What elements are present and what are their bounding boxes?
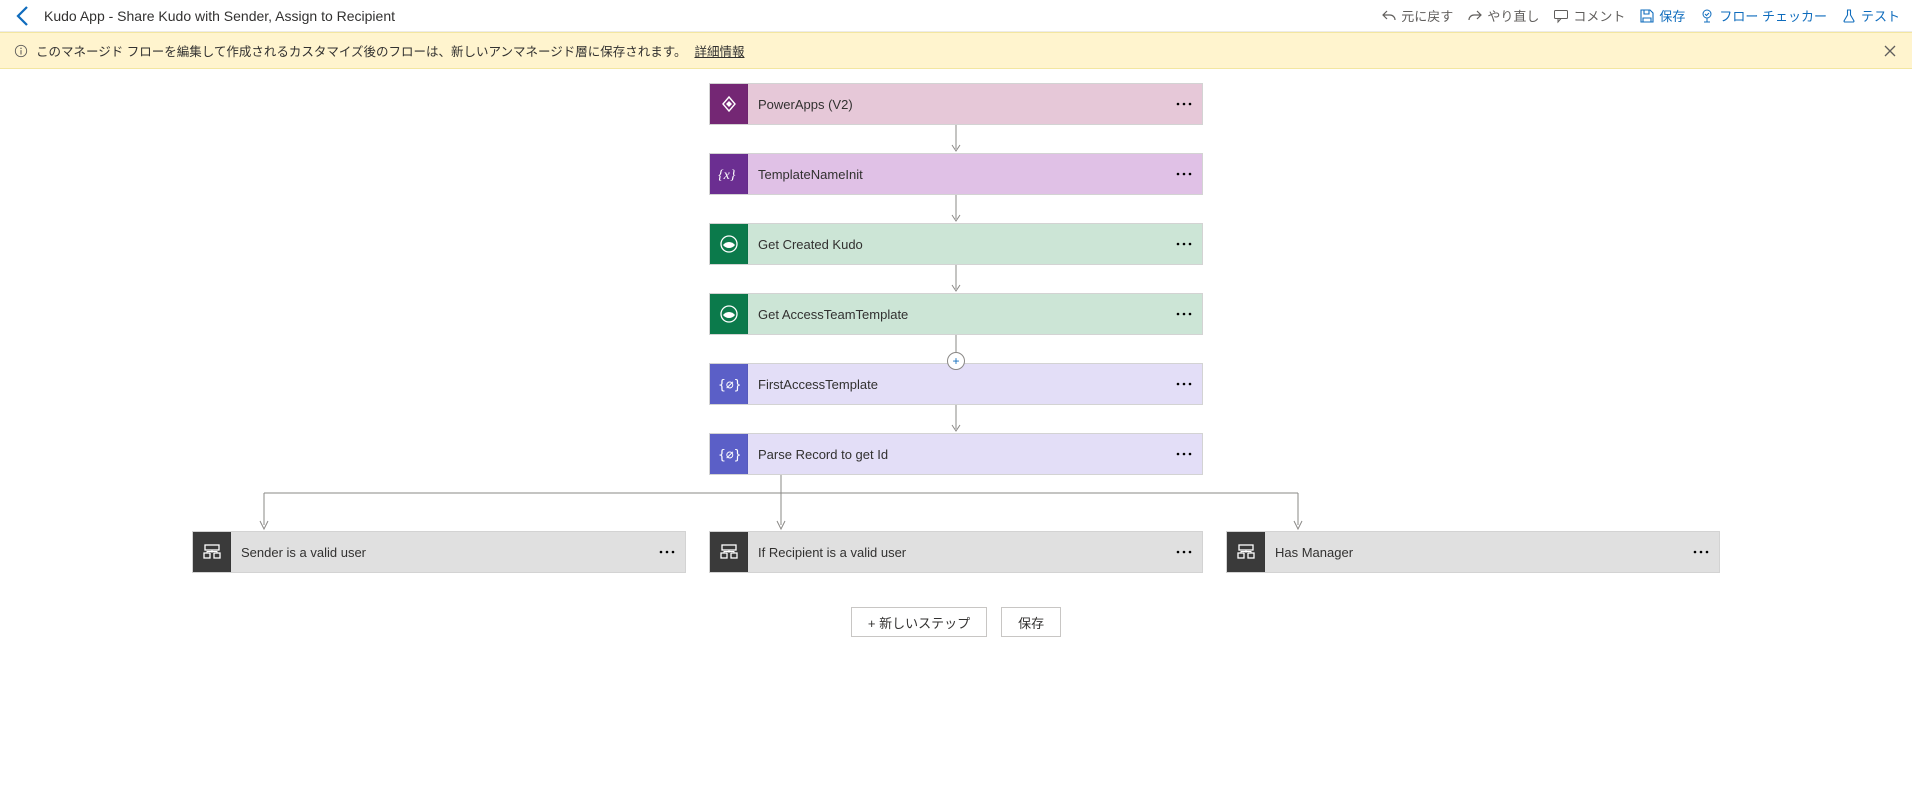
test-button[interactable]: テスト [1841, 6, 1900, 25]
step-label: PowerApps (V2) [748, 97, 1166, 112]
more-icon [1176, 550, 1192, 554]
step-menu-button[interactable] [1166, 84, 1202, 124]
flow-checker-icon [1699, 8, 1715, 24]
dataverse-icon [710, 224, 748, 264]
step-label: Parse Record to get Id [748, 447, 1166, 462]
undo-label: 元に戻す [1401, 6, 1453, 25]
redo-icon [1467, 8, 1483, 24]
scope-icon [710, 532, 748, 572]
branch-lines [0, 475, 1912, 531]
flow-step[interactable]: {x} TemplateNameInit [709, 153, 1203, 195]
more-icon [1176, 172, 1192, 176]
step-column: PowerApps (V2) {x} TemplateNameInit Get Cre… [0, 83, 1912, 475]
step-label: If Recipient is a valid user [748, 545, 1166, 560]
compose-icon: {∅} [710, 364, 748, 404]
save-button[interactable]: 保存 [1639, 6, 1685, 25]
more-icon [1693, 550, 1709, 554]
variable-icon: {x} [710, 154, 748, 194]
flow-canvas: PowerApps (V2) {x} TemplateNameInit Get Cre… [0, 69, 1912, 667]
step-menu-button[interactable] [1683, 532, 1719, 572]
banner-text: このマネージド フローを編集して作成されるカスタマイズ後のフローは、新しいアンマ… [36, 41, 686, 60]
flow-step[interactable]: PowerApps (V2) [709, 83, 1203, 125]
flow-arrow [950, 405, 962, 433]
branch-row: Sender is a valid user If Recipient is a … [0, 531, 1912, 573]
step-menu-button[interactable] [1166, 154, 1202, 194]
scope-icon [1227, 532, 1265, 572]
more-icon [1176, 452, 1192, 456]
redo-label: やり直し [1487, 6, 1539, 25]
flow-branch-step[interactable]: Has Manager [1226, 531, 1720, 573]
flow-checker-label: フロー チェッカー [1719, 6, 1827, 25]
step-label: Get AccessTeamTemplate [748, 307, 1166, 322]
flow-title: Kudo App - Share Kudo with Sender, Assig… [44, 8, 395, 24]
flow-step[interactable]: Get AccessTeamTemplate [709, 293, 1203, 335]
new-step-button[interactable]: + 新しいステップ [851, 607, 987, 637]
step-menu-button[interactable] [1166, 224, 1202, 264]
step-menu-button[interactable] [1166, 294, 1202, 334]
beaker-icon [1841, 8, 1857, 24]
close-banner-button[interactable] [1882, 43, 1898, 59]
undo-button[interactable]: 元に戻す [1381, 6, 1453, 25]
save-label: 保存 [1659, 6, 1685, 25]
compose-icon: {∅} [710, 434, 748, 474]
step-label: FirstAccessTemplate [748, 377, 1166, 392]
svg-text:{∅}: {∅} [718, 378, 740, 393]
branch-connector [0, 475, 1912, 531]
step-menu-button[interactable] [649, 532, 685, 572]
undo-icon [1381, 8, 1397, 24]
step-label: Has Manager [1265, 545, 1683, 560]
comment-icon [1553, 8, 1569, 24]
comment-label: コメント [1573, 6, 1625, 25]
flow-branch-step[interactable]: If Recipient is a valid user [709, 531, 1203, 573]
flow-branch-step[interactable]: Sender is a valid user [192, 531, 686, 573]
banner-details-link[interactable]: 詳細情報 [694, 41, 744, 60]
step-menu-button[interactable] [1166, 364, 1202, 404]
scope-icon [193, 532, 231, 572]
back-button[interactable] [12, 4, 36, 28]
flow-step[interactable]: {∅} Parse Record to get Id [709, 433, 1203, 475]
arrow-left-icon [12, 4, 36, 28]
step-label: Sender is a valid user [231, 545, 649, 560]
more-icon [1176, 312, 1192, 316]
info-icon [14, 44, 28, 58]
info-banner: このマネージド フローを編集して作成されるカスタマイズ後のフローは、新しいアンマ… [0, 32, 1912, 69]
more-icon [1176, 382, 1192, 386]
save-icon [1639, 8, 1655, 24]
save-footer-button[interactable]: 保存 [1001, 607, 1061, 637]
step-menu-button[interactable] [1166, 532, 1202, 572]
flow-arrow [950, 265, 962, 293]
more-icon [1176, 102, 1192, 106]
footer-buttons: + 新しいステップ 保存 [0, 607, 1912, 637]
flow-arrow [950, 125, 962, 153]
flow-checker-button[interactable]: フロー チェッカー [1699, 6, 1827, 25]
powerapps-icon [710, 84, 748, 124]
dataverse-icon [710, 294, 748, 334]
test-label: テスト [1861, 6, 1900, 25]
flow-arrow: + [950, 335, 962, 363]
comment-button[interactable]: コメント [1553, 6, 1625, 25]
insert-step-button[interactable]: + [947, 352, 965, 370]
svg-text:{∅}: {∅} [718, 448, 740, 463]
toolbar: Kudo App - Share Kudo with Sender, Assig… [0, 0, 1912, 32]
step-label: Get Created Kudo [748, 237, 1166, 252]
redo-button[interactable]: やり直し [1467, 6, 1539, 25]
more-icon [659, 550, 675, 554]
step-label: TemplateNameInit [748, 167, 1166, 182]
step-menu-button[interactable] [1166, 434, 1202, 474]
toolbar-actions: 元に戻す やり直し コメント 保存 フロー チェッカー テスト [1381, 6, 1900, 25]
flow-step[interactable]: Get Created Kudo [709, 223, 1203, 265]
flow-arrow [950, 195, 962, 223]
svg-text:{x}: {x} [718, 168, 736, 183]
more-icon [1176, 242, 1192, 246]
